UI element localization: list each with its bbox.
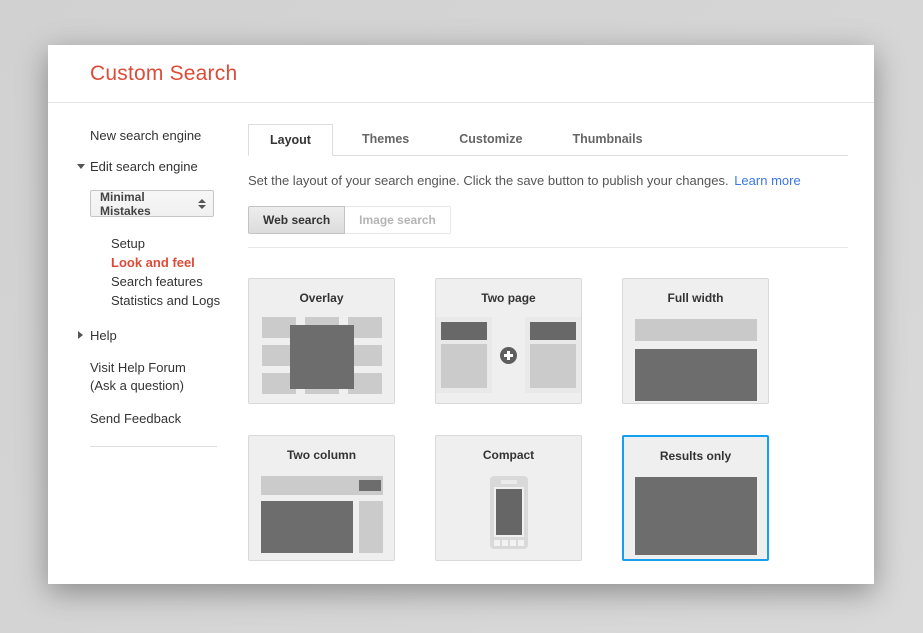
compact-phone-preview-icon bbox=[490, 476, 528, 549]
engine-selector-value: Minimal Mistakes bbox=[100, 190, 198, 218]
two-page-preview-icon bbox=[436, 317, 581, 393]
layout-option-two-column[interactable]: Two column bbox=[248, 435, 395, 561]
web-search-button[interactable]: Web search bbox=[248, 206, 345, 234]
tab-thumbnails[interactable]: Thumbnails bbox=[551, 124, 663, 155]
learn-more-link[interactable]: Learn more bbox=[734, 173, 800, 188]
tab-themes[interactable]: Themes bbox=[341, 124, 430, 155]
sidebar-item-visit-help-forum[interactable]: Visit Help Forum (Ask a question) bbox=[90, 359, 248, 395]
sidebar-item-help[interactable]: Help bbox=[90, 328, 248, 343]
sidebar-item-search-features[interactable]: Search features bbox=[111, 272, 248, 291]
layout-option-title: Results only bbox=[624, 449, 767, 463]
layout-option-title: Two column bbox=[249, 448, 394, 462]
sidebar-item-send-feedback[interactable]: Send Feedback bbox=[90, 411, 248, 426]
layout-option-title: Two page bbox=[436, 291, 581, 305]
forum-link-line2: (Ask a question) bbox=[90, 378, 184, 393]
sidebar-item-edit-search-engine[interactable]: Edit search engine bbox=[90, 159, 248, 174]
tab-layout[interactable]: Layout bbox=[248, 124, 333, 156]
full-width-preview-icon bbox=[635, 319, 757, 401]
engine-section-list: Setup Look and feel Search features Stat… bbox=[111, 234, 248, 310]
content-area: New search engine Edit search engine Min… bbox=[48, 103, 874, 584]
layout-option-compact[interactable]: Compact bbox=[435, 435, 582, 561]
layout-option-two-page[interactable]: Two page bbox=[435, 278, 582, 404]
sidebar-item-new-search-engine[interactable]: New search engine bbox=[90, 128, 248, 143]
select-arrows-icon bbox=[198, 199, 206, 209]
custom-search-window: Custom Search New search engine Edit sea… bbox=[48, 45, 874, 584]
tab-bar: Layout Themes Customize Thumbnails bbox=[248, 124, 848, 156]
layout-option-results-only[interactable]: Results only bbox=[622, 435, 769, 561]
engine-selector[interactable]: Minimal Mistakes bbox=[90, 190, 214, 217]
chevron-right-icon bbox=[78, 331, 83, 339]
layout-option-overlay[interactable]: Overlay bbox=[248, 278, 395, 404]
results-only-preview-icon bbox=[635, 477, 757, 555]
plus-icon bbox=[500, 347, 517, 364]
sidebar-item-statistics-and-logs[interactable]: Statistics and Logs bbox=[111, 291, 248, 310]
tab-description: Set the layout of your search engine. Cl… bbox=[248, 173, 848, 188]
search-mode-toggle: Web search Image search bbox=[248, 206, 848, 234]
layout-option-title: Overlay bbox=[249, 291, 394, 305]
forum-link-line1: Visit Help Forum bbox=[90, 360, 186, 375]
main-panel: Layout Themes Customize Thumbnails Set t… bbox=[248, 103, 874, 584]
layout-option-full-width[interactable]: Full width bbox=[622, 278, 769, 404]
layout-options-grid: Overlay Two page bbox=[248, 278, 848, 561]
sidebar-item-label: Edit search engine bbox=[90, 159, 198, 174]
page-title: Custom Search bbox=[90, 62, 237, 86]
sidebar-divider bbox=[90, 446, 217, 447]
sidebar: New search engine Edit search engine Min… bbox=[48, 103, 248, 584]
sidebar-item-label: Help bbox=[90, 328, 117, 343]
image-search-button[interactable]: Image search bbox=[345, 206, 451, 234]
two-column-preview-icon bbox=[261, 476, 383, 553]
sidebar-item-setup[interactable]: Setup bbox=[111, 234, 248, 253]
section-divider bbox=[248, 247, 848, 248]
layout-option-title: Full width bbox=[623, 291, 768, 305]
layout-option-title: Compact bbox=[436, 448, 581, 462]
overlay-preview-icon bbox=[262, 317, 382, 396]
chevron-down-icon bbox=[77, 164, 85, 169]
tab-customize[interactable]: Customize bbox=[438, 124, 543, 155]
description-text: Set the layout of your search engine. Cl… bbox=[248, 173, 729, 188]
sidebar-item-look-and-feel[interactable]: Look and feel bbox=[111, 253, 248, 272]
app-header: Custom Search bbox=[48, 45, 874, 103]
